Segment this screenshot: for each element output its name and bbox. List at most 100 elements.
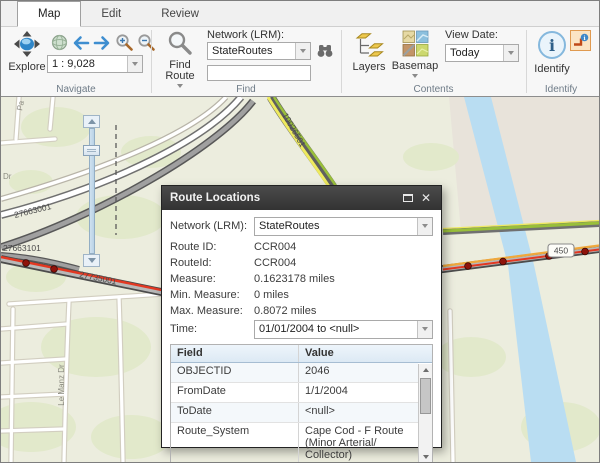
down-triangle-icon (88, 258, 96, 263)
view-date-combo[interactable]: Today (445, 44, 519, 62)
table-row[interactable]: FromDate 1/1/2004 (171, 383, 418, 403)
dialog-title: Route Locations (170, 192, 260, 204)
field-value: CCR004 (254, 241, 433, 253)
table-row[interactable]: OBJECTID 2046 (171, 363, 418, 383)
identify-label: Identify (534, 64, 569, 75)
cell-field: FromDate (171, 383, 299, 402)
dialog-network-combo[interactable]: StateRoutes (254, 217, 433, 236)
map-scale-dropdown-arrow[interactable] (127, 56, 142, 72)
layers-label: Layers (352, 62, 385, 73)
zoom-slider-down-button[interactable] (83, 254, 100, 267)
identify-route-locations-icon[interactable]: i (570, 30, 591, 51)
network-lrm-combo[interactable]: StateRoutes (207, 42, 311, 60)
dialog-body: Network (LRM): StateRoutes Route ID:CCR0… (162, 210, 441, 462)
svg-text:i: i (549, 36, 555, 55)
column-header-field: Field (171, 345, 299, 362)
zoom-out-icon[interactable] (137, 33, 156, 57)
street-label: Dr (3, 172, 12, 181)
find-route-magnifier-icon (167, 30, 193, 59)
contents-group-label: Contents (391, 84, 476, 95)
ribbon: Map Edit Review Explore (1, 1, 599, 97)
street-label: Le Manz Dr (57, 364, 66, 406)
cell-value: <null> (299, 403, 418, 422)
network-lrm-label: Network (LRM): (207, 29, 284, 41)
identify-group-label: Identify (523, 84, 599, 95)
dialog-time-combo[interactable]: 01/01/2004 to <null> (254, 320, 433, 339)
attribute-table-header: Field Value (171, 345, 432, 363)
field-label: Max. Measure: (170, 305, 254, 317)
field-label: Route ID: (170, 241, 254, 253)
find-route-label: Find Route (163, 60, 197, 82)
field-label: RouteId: (170, 257, 254, 269)
network-lrm-dropdown-arrow[interactable] (295, 43, 310, 59)
dialog-network-label: Network (LRM): (170, 220, 254, 232)
route-shield-label: 450 (554, 246, 568, 256)
close-icon: ✕ (421, 192, 431, 204)
map-zoom-slider[interactable] (81, 115, 105, 267)
basemap-icon (402, 30, 429, 60)
svg-text:i: i (583, 36, 585, 42)
dialog-titlebar[interactable]: Route Locations ✕ (162, 186, 441, 210)
table-row[interactable]: ToDate <null> (171, 403, 418, 423)
binoculars-icon[interactable] (316, 42, 334, 65)
table-scrollbar[interactable] (418, 364, 432, 462)
basemap-dropdown-caret[interactable] (412, 74, 418, 78)
dialog-time-label: Time: (170, 323, 254, 335)
field-value: 0 miles (254, 289, 433, 301)
zoom-in-icon[interactable] (115, 33, 134, 57)
dialog-time-dropdown-arrow[interactable] (417, 321, 432, 338)
zoom-slider-handle[interactable] (83, 145, 100, 156)
attribute-table: Field Value OBJECTID 2046 FromDate 1/1/2… (170, 344, 433, 462)
tab-review-label: Review (161, 8, 199, 20)
tab-map[interactable]: Map (17, 1, 81, 27)
previous-extent-icon[interactable] (71, 35, 90, 56)
explore-pan-icon (13, 30, 41, 61)
basemap-label: Basemap (392, 61, 438, 72)
identify-icon: i (537, 30, 567, 63)
route-id-input[interactable] (207, 65, 311, 81)
field-value: 0.8072 miles (254, 305, 433, 317)
tab-map-label: Map (38, 8, 60, 20)
field-label: Measure: (170, 273, 254, 285)
dialog-network-dropdown-arrow[interactable] (417, 218, 432, 235)
layers-icon (354, 30, 384, 61)
ribbon-body: Explore (1, 27, 599, 96)
route-locations-dialog: Route Locations ✕ Network (LRM): StateRo… (161, 185, 442, 448)
map-viewport[interactable]: 450 27663001 27663101 27735001 10026501 … (1, 97, 599, 462)
tab-review[interactable]: Review (141, 1, 219, 27)
explore-label: Explore (8, 62, 45, 73)
basemap-button[interactable]: Basemap (391, 30, 439, 78)
up-triangle-icon (423, 368, 429, 372)
group-separator (341, 30, 342, 93)
next-extent-icon[interactable] (93, 35, 112, 56)
scroll-down-arrow[interactable] (419, 451, 432, 462)
field-value: CCR004 (254, 257, 433, 269)
cell-field: OBJECTID (171, 363, 299, 382)
identify-button[interactable]: i Identify (532, 30, 572, 75)
navigate-group-label: Navigate (31, 84, 121, 95)
close-button[interactable]: ✕ (417, 189, 435, 207)
maximize-button[interactable] (399, 189, 417, 207)
cell-value: 1/1/2004 (299, 383, 418, 402)
full-extent-globe-icon[interactable] (51, 34, 68, 56)
column-header-value: Value (299, 345, 432, 362)
cell-field: Route_System (171, 423, 299, 462)
zoom-slider-up-button[interactable] (83, 115, 100, 128)
up-triangle-icon (88, 119, 96, 124)
table-row[interactable]: Route_System Cape Cod - F Route (Minor A… (171, 423, 418, 462)
explore-button[interactable]: Explore (7, 30, 47, 73)
dialog-time-value: 01/01/2004 to <null> (255, 323, 417, 335)
find-route-dropdown-caret[interactable] (177, 84, 183, 88)
map-scale-value: 1 : 9,028 (48, 58, 127, 70)
tab-edit[interactable]: Edit (81, 1, 141, 27)
view-date-dropdown-arrow[interactable] (503, 45, 518, 61)
dialog-network-value: StateRoutes (255, 220, 417, 232)
scroll-thumb[interactable] (420, 378, 431, 414)
map-scale-combo[interactable]: 1 : 9,028 (47, 55, 143, 73)
group-separator (151, 30, 152, 93)
layers-button[interactable]: Layers (349, 30, 389, 73)
ribbon-tabstrip: Map Edit Review (1, 1, 599, 27)
find-route-button[interactable]: Find Route (159, 30, 201, 88)
cell-value: Cape Cod - F Route (Minor Arterial/ Coll… (299, 423, 418, 462)
scroll-up-arrow[interactable] (419, 364, 432, 376)
